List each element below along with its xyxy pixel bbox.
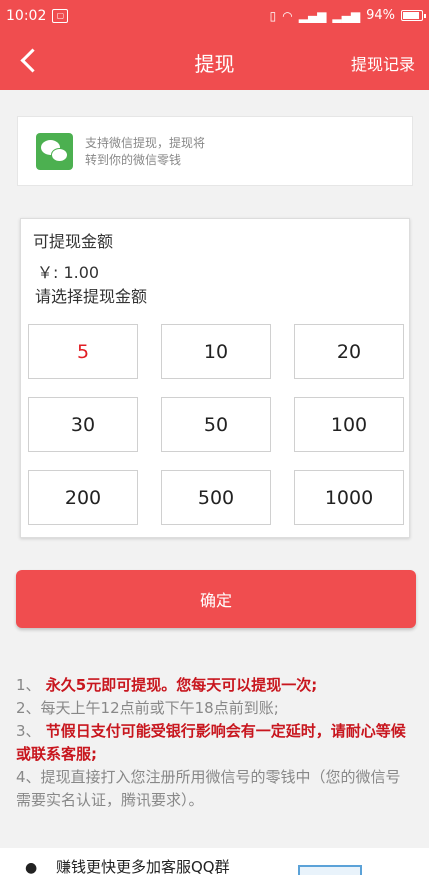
note-2: 2、每天上午12点前或下午18点前到账; <box>16 699 279 717</box>
info-line-2: 转到你的微信零钱 <box>85 153 182 167</box>
note-3-text: 节假日支付可能受银行影响会有一定延时，请耐心等候或联系客服; <box>16 722 406 763</box>
amount-option-10[interactable]: 10 <box>161 324 271 379</box>
balance-value: ￥: 1.00 <box>37 263 100 282</box>
signal-icon: ▂▄▆ <box>298 8 327 23</box>
amount-option-30[interactable]: 30 <box>28 397 138 452</box>
status-indicators: ▯ ◠ ▂▄▆ ▂▄▆ 94% <box>269 8 426 23</box>
withdraw-records-link[interactable]: 提现记录 <box>351 51 415 75</box>
vibrate-icon: ▯ <box>269 8 277 23</box>
choose-amount-label: 请选择提现金额 <box>35 287 148 306</box>
amount-option-200[interactable]: 200 <box>28 470 138 525</box>
note-1: 1、 永久5元即可提现。您每天可以提现一次; <box>16 674 406 697</box>
banner-text: 赚钱更快更多加客服QQ群 <box>56 858 230 875</box>
banner-thumbnail <box>298 865 362 875</box>
amount-option-100[interactable]: 100 <box>294 397 404 452</box>
wechat-info-card: 支持微信提现，提现将 转到你的微信零钱 <box>17 116 413 186</box>
bottom-banner[interactable]: ● 赚钱更快更多加客服QQ群 <box>0 848 429 875</box>
note-1-number: 1、 <box>16 676 41 694</box>
amount-option-500[interactable]: 500 <box>161 470 271 525</box>
note-3: 3、 节假日支付可能受银行影响会有一定延时，请耐心等候或联系客服; <box>16 720 406 766</box>
screenshot-icon: ▢ <box>52 8 69 23</box>
status-time: 10:02 <box>6 7 47 24</box>
nav-bar: 提现 提现记录 <box>0 31 429 90</box>
amount-option-5[interactable]: 5 <box>28 324 138 379</box>
note-4: 4、提现直接打入您注册所用微信号的零钱中（您的微信号需要实名认证，腾讯要求）。 <box>16 768 401 809</box>
battery-percent: 94% <box>366 8 395 23</box>
amount-option-20[interactable]: 20 <box>294 324 404 379</box>
status-bar: 10:02 ▢ ▯ ◠ ▂▄▆ ▂▄▆ 94% <box>0 0 429 31</box>
note-1-text: 永久5元即可提现。您每天可以提现一次; <box>45 676 318 694</box>
battery-icon <box>401 10 426 21</box>
wechat-info-text: 支持微信提现，提现将 转到你的微信零钱 <box>85 135 205 169</box>
amount-option-50[interactable]: 50 <box>161 397 271 452</box>
amount-card: 可提现金额 ￥: 1.00 请选择提现金额 5 10 20 30 50 100 200 500… <box>20 218 410 538</box>
wechat-icon <box>36 133 73 170</box>
note-3-number: 3、 <box>16 722 41 740</box>
confirm-button[interactable]: 确定 <box>16 570 416 628</box>
amount-option-1000[interactable]: 1000 <box>294 470 404 525</box>
available-amount-label: 可提现金额 <box>33 232 114 251</box>
banner-icon: ● <box>25 860 38 875</box>
wifi-icon: ◠ <box>282 8 293 23</box>
battery-fill <box>403 12 419 19</box>
info-line-1: 支持微信提现，提现将 <box>85 136 206 150</box>
signal-icon-2: ▂▄▆ <box>332 8 361 23</box>
notes: 1、 永久5元即可提现。您每天可以提现一次; 2、每天上午12点前或下午18点前… <box>16 674 406 812</box>
